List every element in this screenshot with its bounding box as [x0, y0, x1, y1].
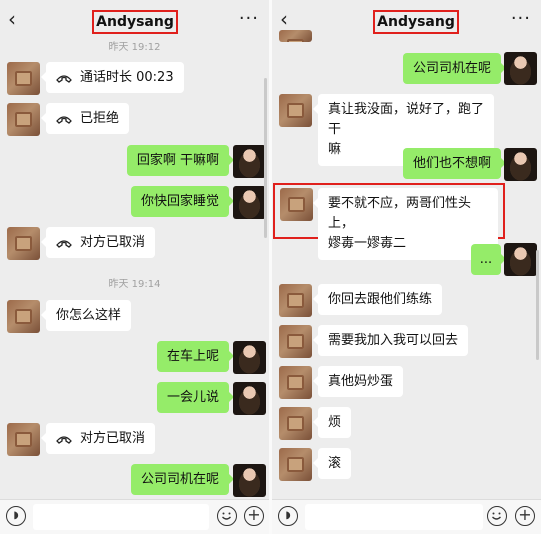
avatar-self[interactable] [504, 52, 537, 85]
message-bubble-outgoing[interactable]: ... [471, 244, 506, 275]
timestamp: 昨天 19:14 [108, 279, 161, 290]
message-bubble-outgoing[interactable]: 你快回家睡觉 [130, 186, 235, 217]
message-text-line: 真让我没面，说好了，跑了干 [328, 102, 485, 137]
message-bubble-outgoing[interactable]: 回家啊 干嘛啊 [126, 145, 235, 176]
message-text: 需要我加入我可以回去 [328, 333, 459, 348]
message-text: 对方已取消 [80, 235, 146, 250]
avatar-contact[interactable] [7, 423, 40, 456]
back-arrow-icon[interactable]: ‹ [8, 9, 16, 29]
plus-icon[interactable]: + [515, 506, 535, 526]
timestamp: 昨天 19:12 [108, 42, 161, 53]
message-input[interactable] [33, 504, 209, 530]
plus-icon[interactable]: + [244, 506, 264, 526]
message-bubble-incoming[interactable]: 真他妈炒蛋 [312, 366, 404, 397]
message-bubble-incoming[interactable]: 已拒绝 [40, 103, 130, 134]
chat-header: ‹ Andysang ··· [272, 0, 541, 40]
avatar-self[interactable] [233, 382, 266, 415]
avatar-self[interactable] [233, 464, 266, 497]
message-bubble-incoming[interactable]: 你回去跟他们练练 [312, 284, 443, 315]
message-text: 公司司机在呢 [140, 472, 219, 487]
message-bubble-outgoing[interactable]: 一会儿说 [156, 382, 235, 413]
scrollbar[interactable] [264, 78, 267, 238]
contact-name-title: Andysang [92, 10, 178, 34]
phone-hangup-icon [56, 74, 72, 83]
avatar-contact[interactable] [7, 62, 40, 95]
message-bubble-incoming[interactable]: 对方已取消 [40, 227, 156, 258]
phone-hangup-icon [56, 239, 72, 248]
message-text: 他们也不想啊 [412, 156, 491, 171]
input-toolbar: ◗ + [0, 499, 269, 534]
avatar-contact[interactable] [279, 366, 312, 399]
avatar-contact[interactable] [279, 407, 312, 440]
chat-panel-left: ‹ Andysang ··· 昨天 19:12 通话时长 00:23 已拒绝 回… [0, 0, 269, 534]
input-toolbar: ◗ + [272, 499, 541, 534]
more-options-icon[interactable]: ··· [239, 8, 259, 29]
message-bubble-outgoing[interactable]: 公司司机在呢 [130, 464, 235, 495]
chat-panel-right: ‹ Andysang ··· 公司司机在呢 真让我没面，说好了，跑了干 嘛 他们… [272, 0, 541, 534]
more-options-icon[interactable]: ··· [511, 8, 531, 29]
emoji-icon[interactable] [217, 506, 237, 526]
chat-header: ‹ Andysang ··· [0, 0, 269, 40]
message-bubble-outgoing[interactable]: 在车上呢 [156, 341, 235, 372]
phone-hangup-icon [56, 115, 72, 124]
voice-input-icon[interactable]: ◗ [278, 506, 298, 526]
avatar-contact[interactable] [7, 227, 40, 260]
avatar-self[interactable] [233, 145, 266, 178]
avatar-self[interactable] [504, 148, 537, 181]
avatar-contact[interactable] [279, 325, 312, 358]
avatar-contact[interactable] [279, 30, 312, 42]
message-text: 你快回家睡觉 [140, 194, 219, 209]
back-arrow-icon[interactable]: ‹ [280, 9, 288, 29]
message-bubble-incoming[interactable]: 通话时长 00:23 [41, 62, 184, 93]
avatar-contact[interactable] [279, 94, 312, 127]
message-bubble-incoming[interactable]: 烦 [312, 407, 352, 438]
message-bubble-incoming[interactable]: 滚 [312, 448, 352, 479]
message-text: 公司司机在呢 [412, 61, 491, 76]
avatar-contact[interactable] [280, 188, 313, 221]
message-bubble-incoming[interactable]: 需要我加入我可以回去 [312, 325, 469, 356]
avatar-self[interactable] [233, 341, 266, 374]
message-text: 烦 [328, 415, 342, 430]
avatar-contact[interactable] [7, 103, 40, 136]
message-text: 滚 [328, 456, 342, 471]
message-text: ... [479, 252, 493, 267]
message-text-line: 要不就不应，两哥们性头上， [328, 196, 472, 231]
message-text: 你回去跟他们练练 [328, 292, 433, 307]
message-input[interactable] [305, 504, 483, 530]
message-text: 回家啊 干嘛啊 [136, 153, 219, 168]
message-text: 通话时长 00:23 [80, 70, 174, 85]
message-bubble-outgoing[interactable]: 他们也不想啊 [402, 148, 507, 179]
phone-hangup-icon [56, 435, 72, 444]
message-text-line: 嫪毐一嫪毐二 [328, 236, 407, 251]
message-bubble-incoming[interactable]: 对方已取消 [40, 423, 156, 454]
message-text: 你怎么这样 [56, 308, 122, 323]
contact-name-title: Andysang [373, 10, 459, 34]
avatar-self[interactable] [504, 243, 537, 276]
voice-input-icon[interactable]: ◗ [6, 506, 26, 526]
avatar-self[interactable] [233, 186, 266, 219]
message-bubble-incoming[interactable]: 你怎么这样 [40, 300, 132, 331]
avatar-contact[interactable] [279, 448, 312, 481]
message-text: 已拒绝 [80, 111, 120, 126]
emoji-icon[interactable] [487, 506, 507, 526]
message-text: 一会儿说 [166, 390, 219, 405]
message-text: 真他妈炒蛋 [328, 374, 394, 389]
scrollbar[interactable] [536, 250, 539, 360]
avatar-contact[interactable] [279, 284, 312, 317]
message-text: 在车上呢 [166, 349, 219, 364]
message-bubble-outgoing[interactable]: 公司司机在呢 [402, 53, 507, 84]
avatar-contact[interactable] [7, 300, 40, 333]
message-text: 对方已取消 [80, 431, 146, 446]
